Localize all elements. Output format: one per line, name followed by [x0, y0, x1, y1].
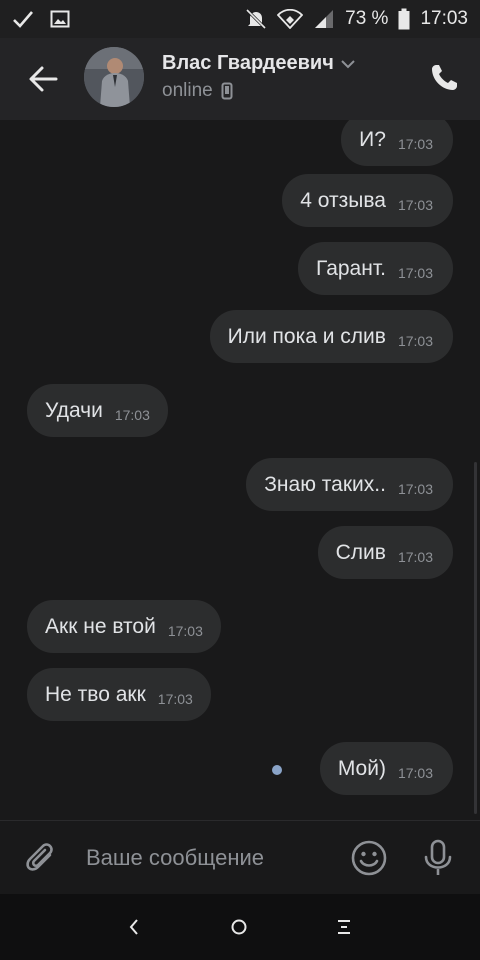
- battery-percent: 73 %: [345, 8, 389, 29]
- clock: 17:03: [420, 8, 468, 29]
- message-bubble-outgoing[interactable]: И? 17:03: [341, 120, 453, 166]
- phone-icon[interactable]: [428, 62, 460, 94]
- paperclip-icon[interactable]: [24, 841, 60, 877]
- system-nav-bar: [0, 894, 480, 960]
- message-list[interactable]: И? 17:03 4 отзыва 17:03 Гарант. 17:03 Ил…: [0, 120, 480, 820]
- message-bubble-outgoing[interactable]: Или пока и слив 17:03: [209, 310, 453, 363]
- status-bar: 73 % 17:03: [0, 0, 480, 38]
- message-time: 17:03: [167, 622, 203, 639]
- mic-icon[interactable]: [422, 839, 454, 877]
- unread-dot: [272, 765, 282, 775]
- message-bubble-outgoing[interactable]: Знаю таких.. 17:03: [246, 458, 453, 511]
- message-text: 4 отзыва: [300, 188, 386, 212]
- image-icon: [50, 10, 70, 28]
- message-bubble-incoming[interactable]: Не тво акк 17:03: [27, 668, 211, 721]
- message-time: 17:03: [397, 196, 433, 213]
- message-bubble-outgoing[interactable]: Слив 17:03: [317, 526, 453, 579]
- message-time: 17:03: [397, 135, 433, 152]
- message-text: Или пока и слив: [227, 324, 386, 348]
- message-time: 17:03: [157, 690, 193, 707]
- message-text: И?: [359, 127, 386, 151]
- avatar[interactable]: [84, 47, 144, 107]
- mobile-icon: [221, 82, 233, 100]
- contact-status: online: [162, 80, 233, 102]
- message-bubble-outgoing[interactable]: 4 отзыва 17:03: [282, 174, 453, 227]
- message-time: 17:03: [114, 406, 150, 423]
- status-bar-left: [12, 10, 70, 28]
- scrollbar[interactable]: [474, 462, 477, 814]
- message-bubble-outgoing[interactable]: Гарант. 17:03: [298, 242, 453, 295]
- contact-status-text: online: [162, 80, 213, 101]
- check-icon: [13, 11, 33, 28]
- message-bubble-outgoing[interactable]: Мой) 17:03: [319, 742, 453, 795]
- message-text: Удачи: [45, 398, 103, 422]
- message-text: Акк не втой: [45, 614, 156, 638]
- wifi-icon: [277, 9, 304, 29]
- contact-name[interactable]: Влас Гвардеевич: [162, 52, 356, 75]
- message-time: 17:03: [397, 764, 433, 781]
- message-bubble-incoming[interactable]: Акк не втой 17:03: [27, 600, 221, 653]
- message-time: 17:03: [397, 548, 433, 565]
- chat-header: Влас Гвардеевич online: [0, 38, 480, 120]
- message-text: Знаю таких..: [264, 472, 386, 496]
- smile-icon[interactable]: [350, 839, 388, 877]
- avatar-image: [84, 47, 144, 107]
- message-text: Мой): [337, 756, 386, 780]
- nav-back-icon[interactable]: [126, 916, 142, 938]
- message-time: 17:03: [397, 264, 433, 281]
- bell-off-icon: [246, 8, 267, 30]
- arrow-back-icon[interactable]: [28, 62, 58, 96]
- message-text: Слив: [335, 540, 386, 564]
- message-input[interactable]: Ваше сообщение: [86, 845, 264, 871]
- battery-icon: [398, 8, 410, 30]
- signal-icon: [315, 10, 334, 28]
- status-bar-right: 73 % 17:03: [245, 8, 468, 30]
- nav-menu-icon[interactable]: [335, 917, 353, 937]
- contact-name-text: Влас Гвардеевич: [162, 52, 334, 74]
- message-time: 17:03: [397, 480, 433, 497]
- message-bubble-incoming[interactable]: Удачи 17:03: [27, 384, 168, 437]
- message-text: Гарант.: [316, 256, 386, 280]
- nav-home-icon[interactable]: [231, 919, 247, 935]
- message-time: 17:03: [397, 332, 433, 349]
- message-composer: Ваше сообщение: [0, 820, 480, 895]
- message-text: Не тво акк: [45, 682, 146, 706]
- chevron-down-icon: [341, 59, 355, 68]
